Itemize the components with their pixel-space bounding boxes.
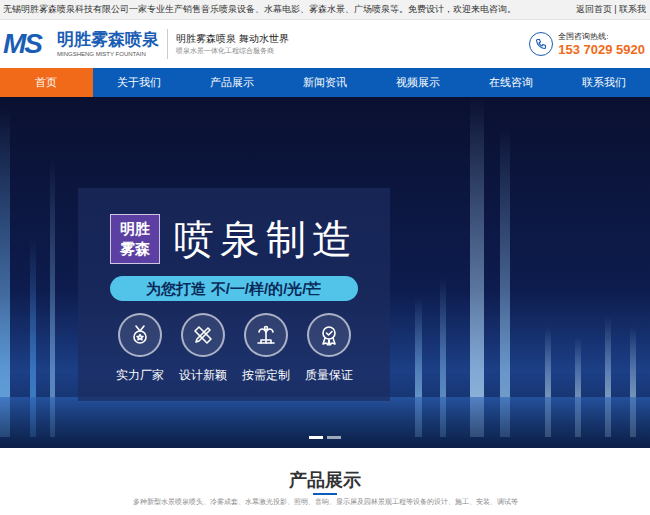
- feature-item: 按需定制: [236, 313, 295, 383]
- nav-label: 联系我们: [582, 74, 626, 91]
- feature-item: 设计新颖: [173, 313, 232, 383]
- badge-line: 雾森: [120, 239, 150, 259]
- feature-label: 按需定制: [242, 367, 290, 383]
- product-section: 产品展示 多种新型水景喷泉喷头、冷雾成套、水幕激光投影、照明、音响、显示屏及园林…: [0, 448, 650, 507]
- slide-dot[interactable]: [309, 436, 323, 439]
- top-links[interactable]: 返回首页 | 联系我: [576, 3, 646, 17]
- nav-item[interactable]: 首页: [0, 68, 93, 97]
- divider: [167, 29, 168, 59]
- banner-ribbon: 为您打造 不/一/样/的/光/芒: [110, 276, 358, 301]
- feature-label: 实力厂家: [116, 367, 164, 383]
- logo[interactable]: MS 明胜雾森喷泉 MINGSHENG MISTY FOUNTAIN: [3, 30, 159, 58]
- main-nav: 首页 关于我们 产品展示 新闻资讯 视频展示 在线咨询 联系我们: [0, 68, 650, 97]
- banner: 明胜雾森 喷泉制造 为您打造 不/一/样/的/光/芒 实力厂家设计新颖按需定制质…: [0, 97, 650, 448]
- intro-text: 无锡明胜雾森喷泉科技有限公司一家专业生产销售音乐喷泉设备、水幕电影、雾森水景、广…: [3, 3, 516, 16]
- tagline: 喷泉水景一体化工程综合服务商: [176, 46, 289, 56]
- banner-panel: 明胜雾森 喷泉制造 为您打造 不/一/样/的/光/芒 实力厂家设计新颖按需定制质…: [78, 188, 390, 401]
- nav-item[interactable]: 在线咨询: [464, 68, 557, 97]
- nav-item[interactable]: 关于我们: [93, 68, 186, 97]
- slogan: 明胜雾森喷泉 舞动水世界: [176, 32, 289, 46]
- banner-title: 喷泉制造: [174, 215, 358, 263]
- nav-item[interactable]: 产品展示: [186, 68, 279, 97]
- top-bar: 无锡明胜雾森喷泉科技有限公司一家专业生产销售音乐喷泉设备、水幕电影、雾森水景、广…: [0, 0, 650, 20]
- hotline-label: 全国咨询热线:: [558, 31, 645, 42]
- feature-label: 质量保证: [305, 367, 353, 383]
- fountain-icon: [244, 313, 288, 357]
- nav-item[interactable]: 新闻资讯: [279, 68, 372, 97]
- header: MS 明胜雾森喷泉 MINGSHENG MISTY FOUNTAIN 明胜雾森喷…: [0, 20, 650, 68]
- nav-label: 关于我们: [117, 74, 161, 91]
- phone-icon: [529, 32, 553, 56]
- nav-item[interactable]: 联系我们: [557, 68, 650, 97]
- feature-item: 实力厂家: [110, 313, 169, 383]
- feature-label: 设计新颖: [179, 367, 227, 383]
- feature-item: 质量保证: [299, 313, 358, 383]
- title-underline: [313, 493, 337, 495]
- nav-label: 产品展示: [210, 74, 254, 91]
- quality-icon: [307, 313, 351, 357]
- medal-icon: [118, 313, 162, 357]
- design-icon: [181, 313, 225, 357]
- logo-mark: MS: [3, 30, 53, 58]
- nav-label: 新闻资讯: [303, 74, 347, 91]
- brand-badge: 明胜雾森: [110, 214, 160, 264]
- nav-label: 首页: [35, 74, 57, 91]
- section-subtitle: 多种新型水景喷泉喷头、冷雾成套、水幕激光投影、照明、音响、显示屏及园林景观工程等…: [133, 497, 518, 507]
- nav-label: 在线咨询: [489, 74, 533, 91]
- slide-dots: [0, 436, 650, 439]
- slide-dot[interactable]: [327, 436, 341, 439]
- badge-line: 明胜: [120, 219, 150, 239]
- nav-label: 视频展示: [396, 74, 440, 91]
- brand-name: 明胜雾森喷泉: [57, 30, 159, 50]
- brand-en: MINGSHENG MISTY FOUNTAIN: [57, 50, 159, 58]
- nav-item[interactable]: 视频展示: [371, 68, 464, 97]
- section-title: 产品展示: [289, 468, 361, 492]
- hotline-number: 153 7029 5920: [558, 42, 645, 58]
